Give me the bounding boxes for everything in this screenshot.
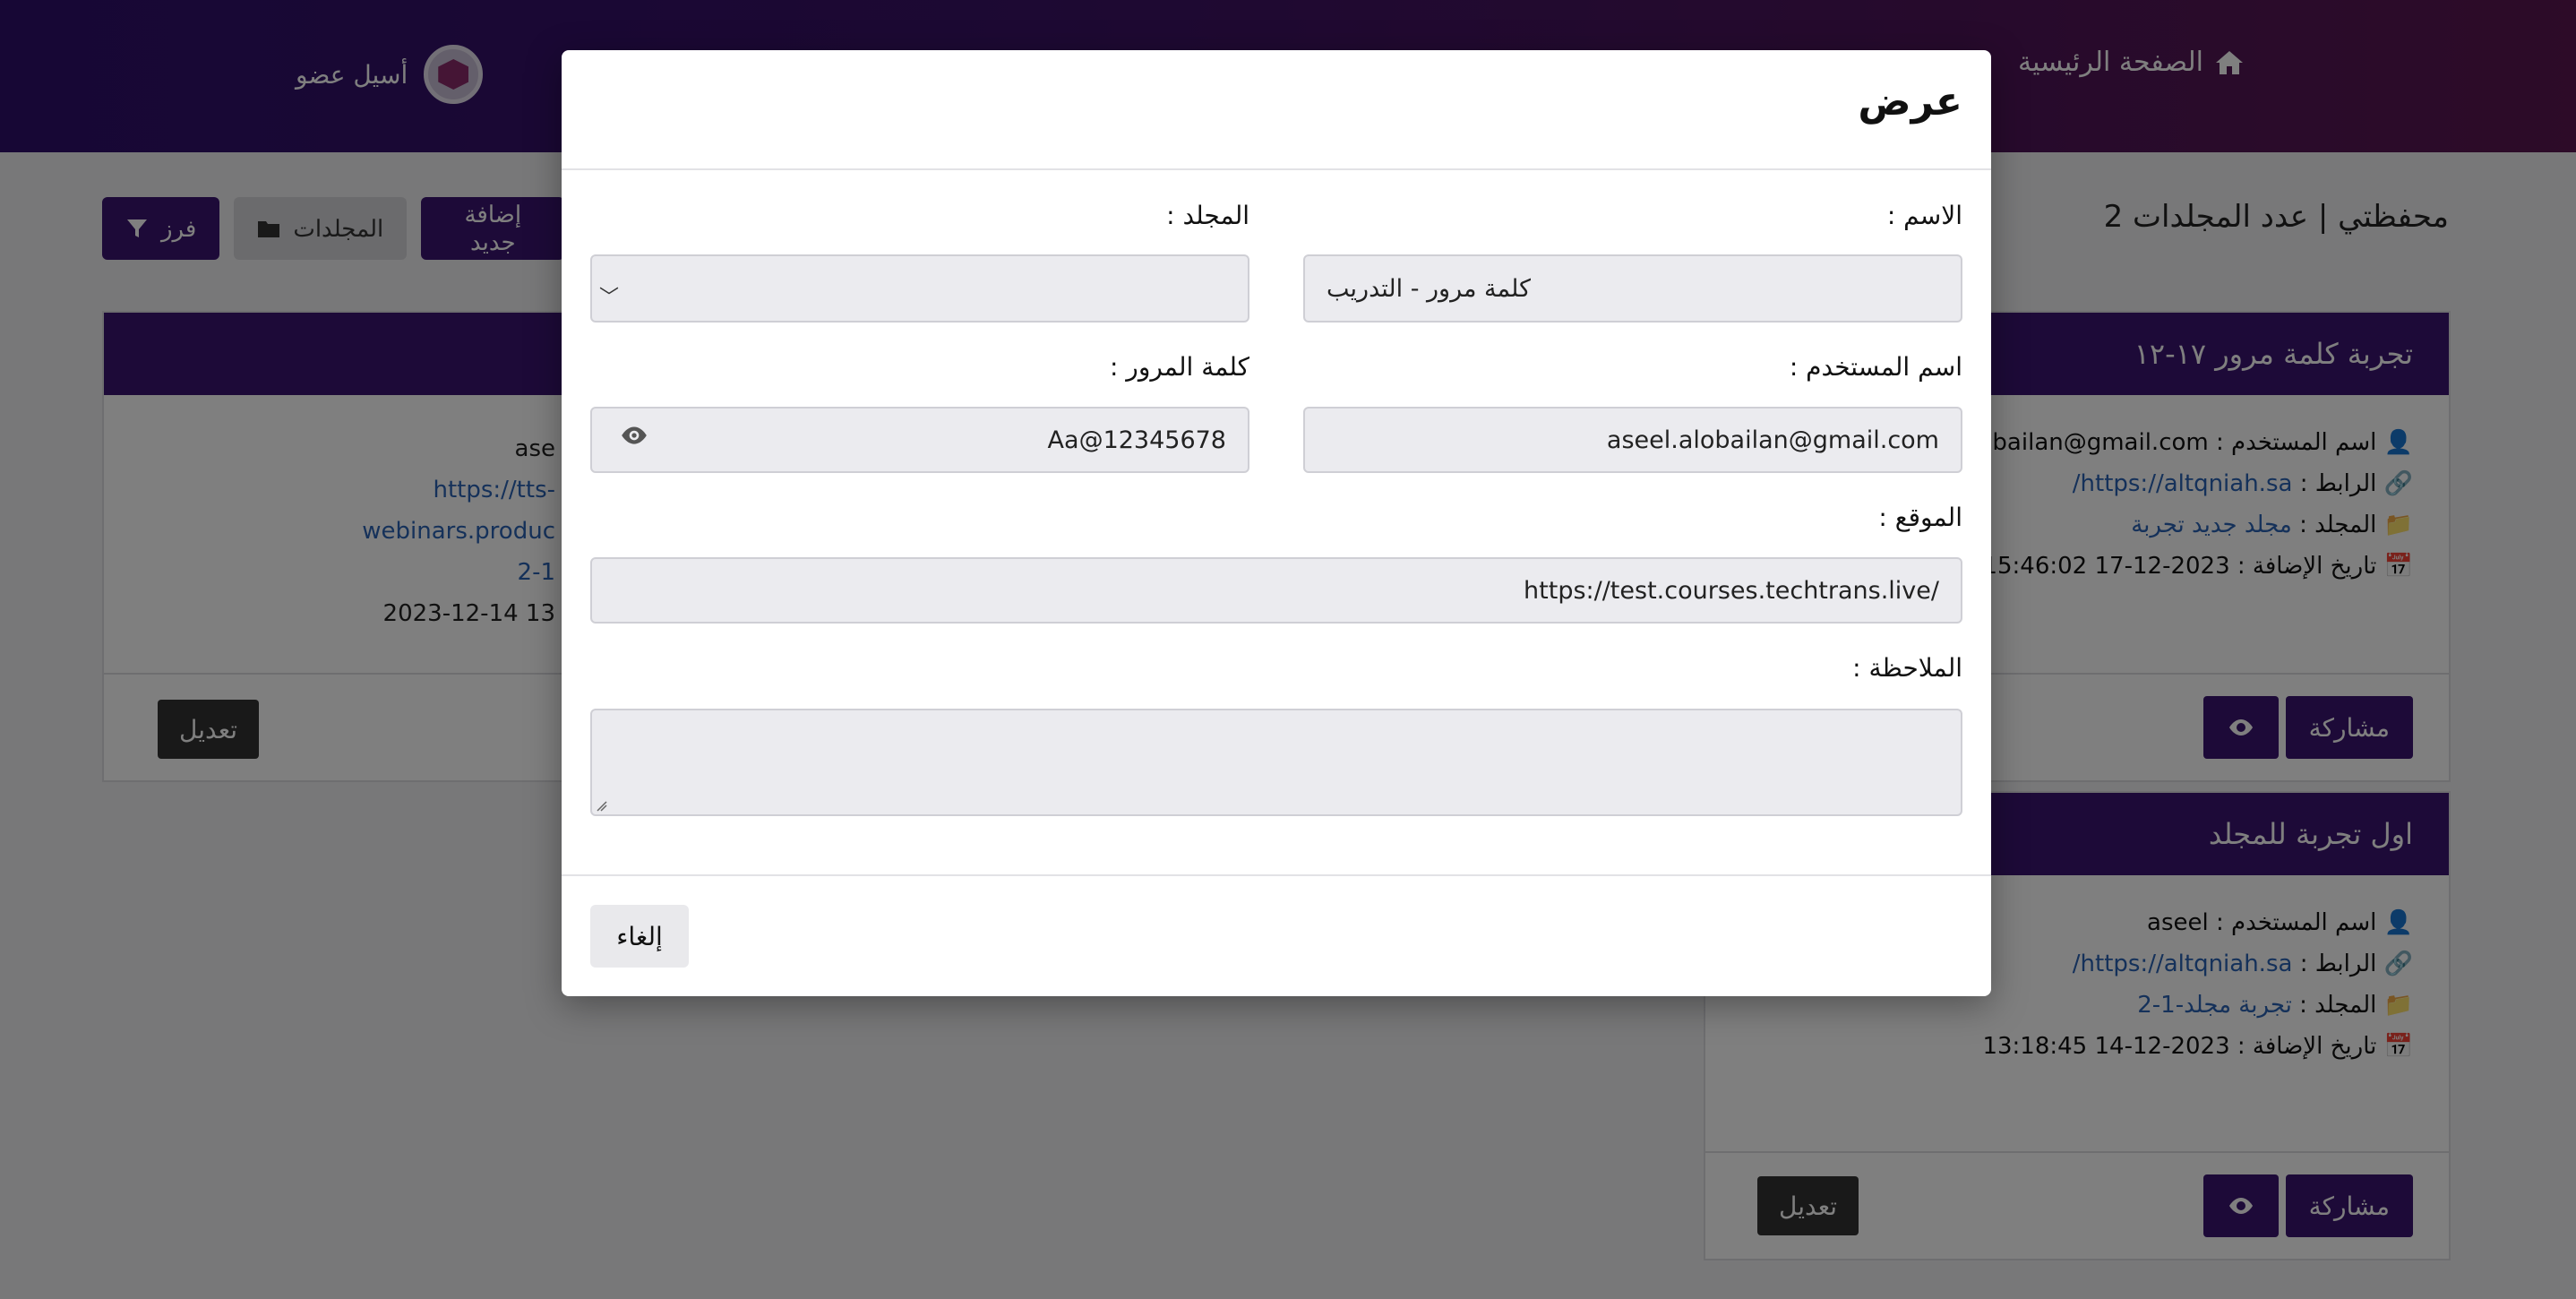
folder-label: المجلد : [1166, 201, 1249, 230]
eye-icon [622, 426, 647, 444]
view-modal: عرض الاسم : كلمة مرور - التدريب المجلد :… [562, 50, 1991, 996]
cancel-button[interactable]: إلغاء [590, 905, 689, 968]
username-label: اسم المستخدم : [1789, 352, 1962, 382]
site-field[interactable]: https://test.courses.techtrans.live/ [590, 557, 1962, 624]
resize-handle-icon[interactable] [596, 800, 608, 813]
site-label: الموقع : [1878, 503, 1962, 532]
note-textarea[interactable] [590, 709, 1962, 816]
note-label: الملاحظة : [1852, 653, 1962, 683]
modal-title: عرض [1858, 79, 1962, 125]
name-label: الاسم : [1886, 201, 1962, 230]
password-field[interactable]: Aa@12345678 [590, 407, 1249, 473]
chevron-down-icon: ﹀ [599, 287, 620, 309]
show-password-icon[interactable] [619, 425, 649, 452]
name-field[interactable]: كلمة مرور - التدريب [1303, 254, 1962, 323]
modal-footer: إلغاء [562, 874, 1991, 996]
username-field[interactable]: aseel.alobailan@gmail.com [1303, 407, 1962, 473]
password-label: كلمة المرور : [1109, 352, 1249, 382]
modal-header: عرض [562, 50, 1991, 170]
folder-select[interactable]: ﹀ [590, 254, 1249, 323]
